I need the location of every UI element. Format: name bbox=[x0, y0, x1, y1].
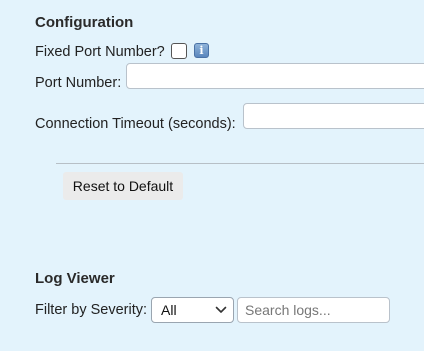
fixed-port-checkbox[interactable] bbox=[171, 43, 187, 59]
port-number-label: Port Number: bbox=[35, 75, 122, 91]
search-logs-placeholder: Search logs... bbox=[245, 302, 331, 318]
port-number-input[interactable] bbox=[126, 63, 424, 89]
filter-severity-label: Filter by Severity: bbox=[35, 302, 147, 318]
severity-selected-value: All bbox=[161, 302, 177, 318]
search-logs-input[interactable]: Search logs... bbox=[237, 297, 390, 323]
connection-timeout-input[interactable] bbox=[243, 103, 424, 129]
chevron-down-icon bbox=[215, 306, 227, 313]
connection-timeout-label: Connection Timeout (seconds): bbox=[35, 116, 236, 132]
fixed-port-label: Fixed Port Number? bbox=[35, 44, 165, 60]
info-icon[interactable]: i bbox=[194, 43, 209, 58]
section-divider bbox=[56, 163, 424, 164]
severity-select[interactable]: All bbox=[151, 297, 234, 323]
log-viewer-heading: Log Viewer bbox=[35, 270, 115, 287]
configuration-heading: Configuration bbox=[35, 14, 134, 31]
reset-to-default-button[interactable]: Reset to Default bbox=[63, 172, 183, 200]
